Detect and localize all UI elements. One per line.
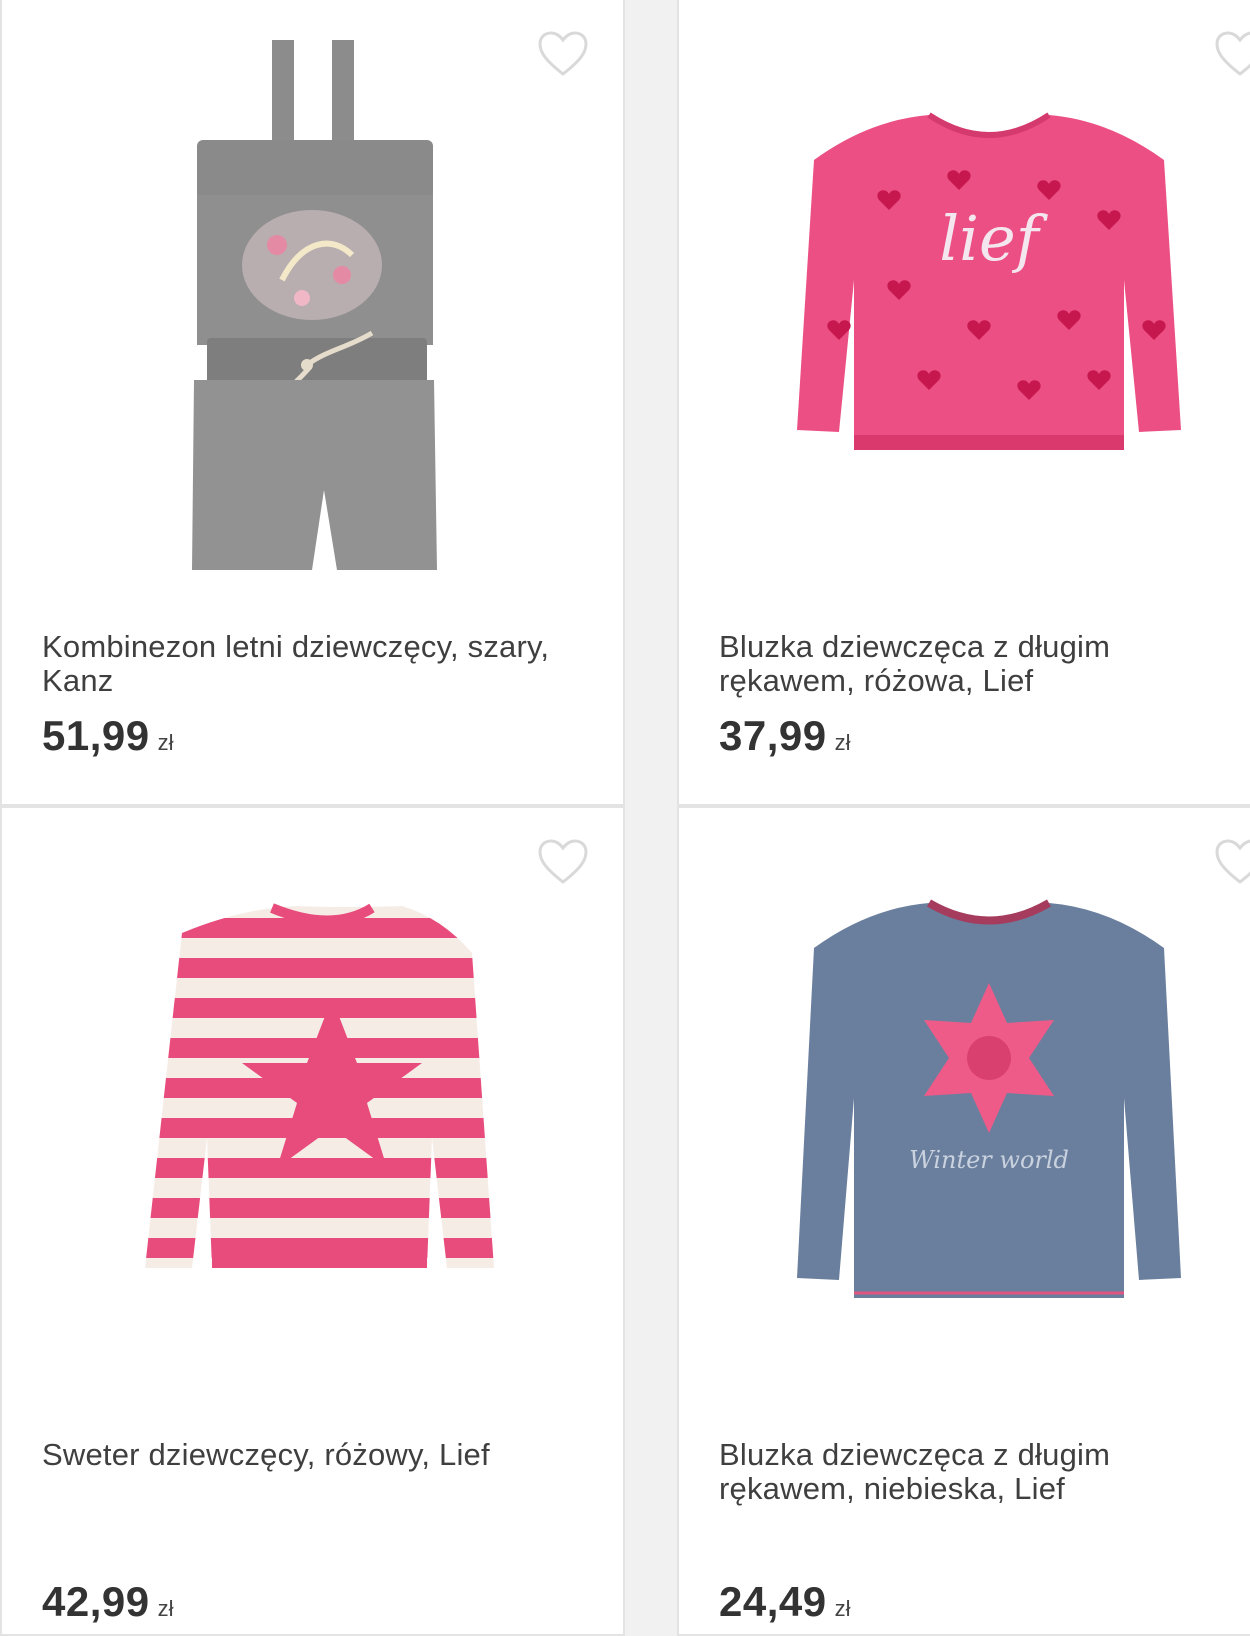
price-value: 51,99 [42,712,150,759]
product-card[interactable]: Kombinezon letni dziewczęcy, szary, Kanz… [0,0,625,806]
product-title[interactable]: Bluzka dziewczęca z długim rękawem, różo… [719,630,1239,698]
product-card[interactable]: lief Bluzka dziewczęca z długim rękawem,… [677,0,1250,806]
product-price: 24,49 zł [719,1578,851,1626]
price-currency: zł [157,1596,174,1621]
gray-romper-image[interactable] [42,30,587,600]
product-title[interactable]: Sweter dziewczęcy, różowy, Lief [42,1438,562,1472]
pink-heart-blouse-image[interactable]: lief [719,30,1250,600]
price-currency: zł [157,730,174,755]
price-value: 37,99 [719,712,827,759]
price-currency: zł [834,730,851,755]
product-card[interactable]: Winter world Bluzka dziewczęca z długim … [677,806,1250,1636]
product-card[interactable]: Sweter dziewczęcy, różowy, Lief 42,99 zł [0,806,625,1636]
product-price: 42,99 zł [42,1578,174,1626]
blue-snowflake-blouse-image[interactable]: Winter world [719,838,1250,1408]
pink-striped-sweater-image[interactable] [42,838,587,1408]
product-grid: Kombinezon letni dziewczęcy, szary, Kanz… [0,0,1250,1636]
product-price: 37,99 zł [719,712,851,760]
garment-print-text: Winter world [909,1146,1069,1174]
product-title[interactable]: Bluzka dziewczęca z długim rękawem, nieb… [719,1438,1239,1506]
garment-print-text: lief [939,202,1048,275]
product-price: 51,99 zł [42,712,174,760]
price-currency: zł [834,1596,851,1621]
product-title[interactable]: Kombinezon letni dziewczęcy, szary, Kanz [42,630,562,698]
